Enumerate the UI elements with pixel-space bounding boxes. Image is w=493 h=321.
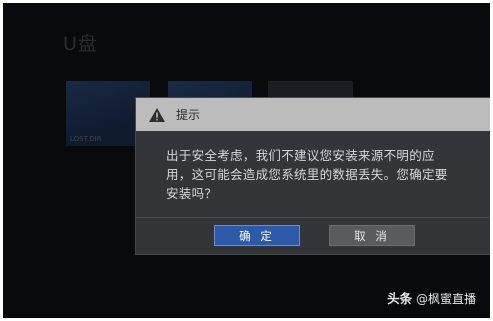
dialog-header: 提示 [136,98,490,131]
background-page-title: U盘 [63,33,98,55]
watermark-handle: @枫蜜直播 [415,292,476,306]
watermark-brand: 头条 [387,291,413,306]
tv-screen: U盘 LOST.DIR 提示 出于安全考虑，我们不建议您安装来源不明的应用，这可… [3,3,490,318]
dialog-divider [136,217,490,218]
confirm-button[interactable]: 确 定 [214,225,300,246]
dialog-message: 出于安全考虑，我们不建议您安装来源不明的应用，这可能会造成您系统里的数据丢失。您… [166,147,448,201]
background-folder-label: LOST.DIR [70,135,102,143]
watermark: 头条 @枫蜜直播 [387,288,476,307]
install-warning-dialog: 提示 出于安全考虑，我们不建议您安装来源不明的应用，这可能会造成您系统里的数据丢… [135,97,490,255]
dialog-title: 提示 [176,108,201,122]
dialog-body: 出于安全考虑，我们不建议您安装来源不明的应用，这可能会造成您系统里的数据丢失。您… [136,131,490,217]
cancel-button[interactable]: 取 消 [329,225,415,246]
warning-triangle-icon [149,107,165,122]
